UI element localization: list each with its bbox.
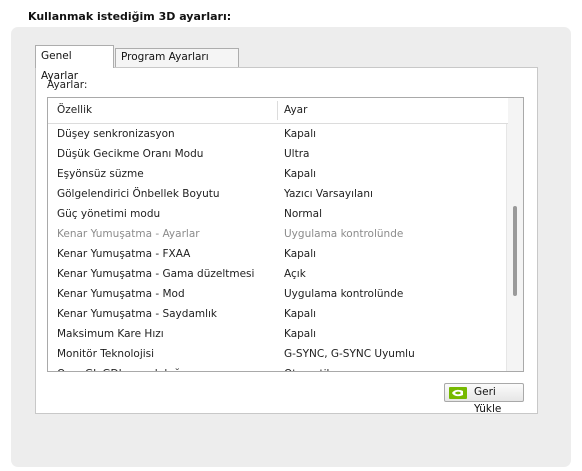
row-setting: Uygulama kontrolünde	[284, 288, 404, 300]
nvidia-logo-icon	[449, 387, 467, 399]
row-feature: Kenar Yumuşatma - Mod	[57, 288, 185, 300]
list-row[interactable]: Eşyönsüz süzme Kapalı	[48, 164, 508, 184]
row-feature: Maksimum Kare Hızı	[57, 328, 164, 340]
row-feature: Eşyönsüz süzme	[57, 168, 144, 180]
row-feature: Kenar Yumuşatma - FXAA	[57, 248, 191, 260]
row-feature: OpenGL GDI uyumluluğu	[57, 364, 187, 371]
list-row[interactable]: Kenar Yumuşatma - Ayarlar Uygulama kontro…	[48, 224, 508, 244]
row-setting: Kapalı	[284, 308, 317, 320]
tab-program-settings[interactable]: Program Ayarları	[115, 48, 239, 67]
column-header-feature[interactable]: Özellik	[57, 98, 92, 123]
row-setting: G-SYNC, G-SYNC Uyumlu	[284, 348, 415, 360]
row-feature: Düşey senkronizasyon	[57, 128, 175, 140]
list-row[interactable]: Düşey senkronizasyon Kapalı	[48, 124, 508, 144]
column-header-setting[interactable]: Ayar	[284, 98, 307, 123]
row-feature: Düşük Gecikme Oranı Modu	[57, 148, 204, 160]
row-feature: Kenar Yumuşatma - Gama düzeltmesi	[57, 268, 255, 280]
list-row[interactable]: Kenar Yumuşatma - Gama düzeltmesi Açık	[48, 264, 508, 284]
row-feature: Gölgelendirici Önbellek Boyutu	[57, 188, 220, 200]
row-setting: Uygulama kontrolünde	[284, 228, 404, 240]
row-setting: Ultra	[284, 148, 310, 160]
settings-rows: Düşey senkronizasyon Kapalı Düşük Gecikme …	[48, 124, 508, 371]
scrollbar-thumb[interactable]	[513, 206, 517, 296]
row-setting: Yazıcı Varsayılanı	[284, 188, 373, 200]
row-setting: Otomatik	[284, 364, 333, 371]
row-feature: Güç yönetimi modu	[57, 208, 161, 220]
page-heading: Kullanmak istediğim 3D ayarları:	[28, 10, 232, 23]
list-row[interactable]: Güç yönetimi modu Normal	[48, 204, 508, 224]
row-setting: Normal	[284, 208, 322, 220]
row-setting: Kapalı	[284, 328, 317, 340]
vertical-scrollbar[interactable]	[506, 98, 523, 371]
list-row[interactable]: Kenar Yumuşatma - Saydamlık Kapalı	[48, 304, 508, 324]
column-divider[interactable]	[277, 101, 278, 120]
list-row[interactable]: Maksimum Kare Hızı Kapalı	[48, 324, 508, 344]
row-feature: Monitör Teknolojisi	[57, 348, 155, 360]
row-feature: Kenar Yumuşatma - Ayarlar	[57, 228, 200, 240]
row-feature: Kenar Yumuşatma - Saydamlık	[57, 308, 218, 320]
row-setting: Açık	[284, 268, 306, 280]
row-setting: Kapalı	[284, 168, 317, 180]
list-row[interactable]: Gölgelendirici Önbellek Boyutu Yazıcı Var…	[48, 184, 508, 204]
list-header: Özellik Ayar	[48, 98, 508, 124]
row-setting: Kapalı	[284, 128, 317, 140]
list-row[interactable]: Monitör Teknolojisi G-SYNC, G-SYNC Uyumlu	[48, 344, 508, 364]
tab-general-settings[interactable]: Genel Ayarlar	[35, 45, 114, 82]
settings-list[interactable]: Özellik Ayar Düşey senkronizasyon Kapalı D…	[47, 97, 524, 372]
restore-button[interactable]: Geri Yükle	[444, 383, 524, 415]
list-row[interactable]: Kenar Yumuşatma - FXAA Kapalı	[48, 244, 508, 264]
list-row[interactable]: Kenar Yumuşatma - Mod Uygulama kontrolünd…	[48, 284, 508, 304]
list-row[interactable]: Düşük Gecikme Oranı Modu Ultra	[48, 144, 508, 164]
list-row[interactable]: OpenGL GDI uyumluluğu Otomatik	[48, 364, 508, 371]
restore-button-label: Geri Yükle	[474, 386, 502, 415]
row-setting: Kapalı	[284, 248, 317, 260]
